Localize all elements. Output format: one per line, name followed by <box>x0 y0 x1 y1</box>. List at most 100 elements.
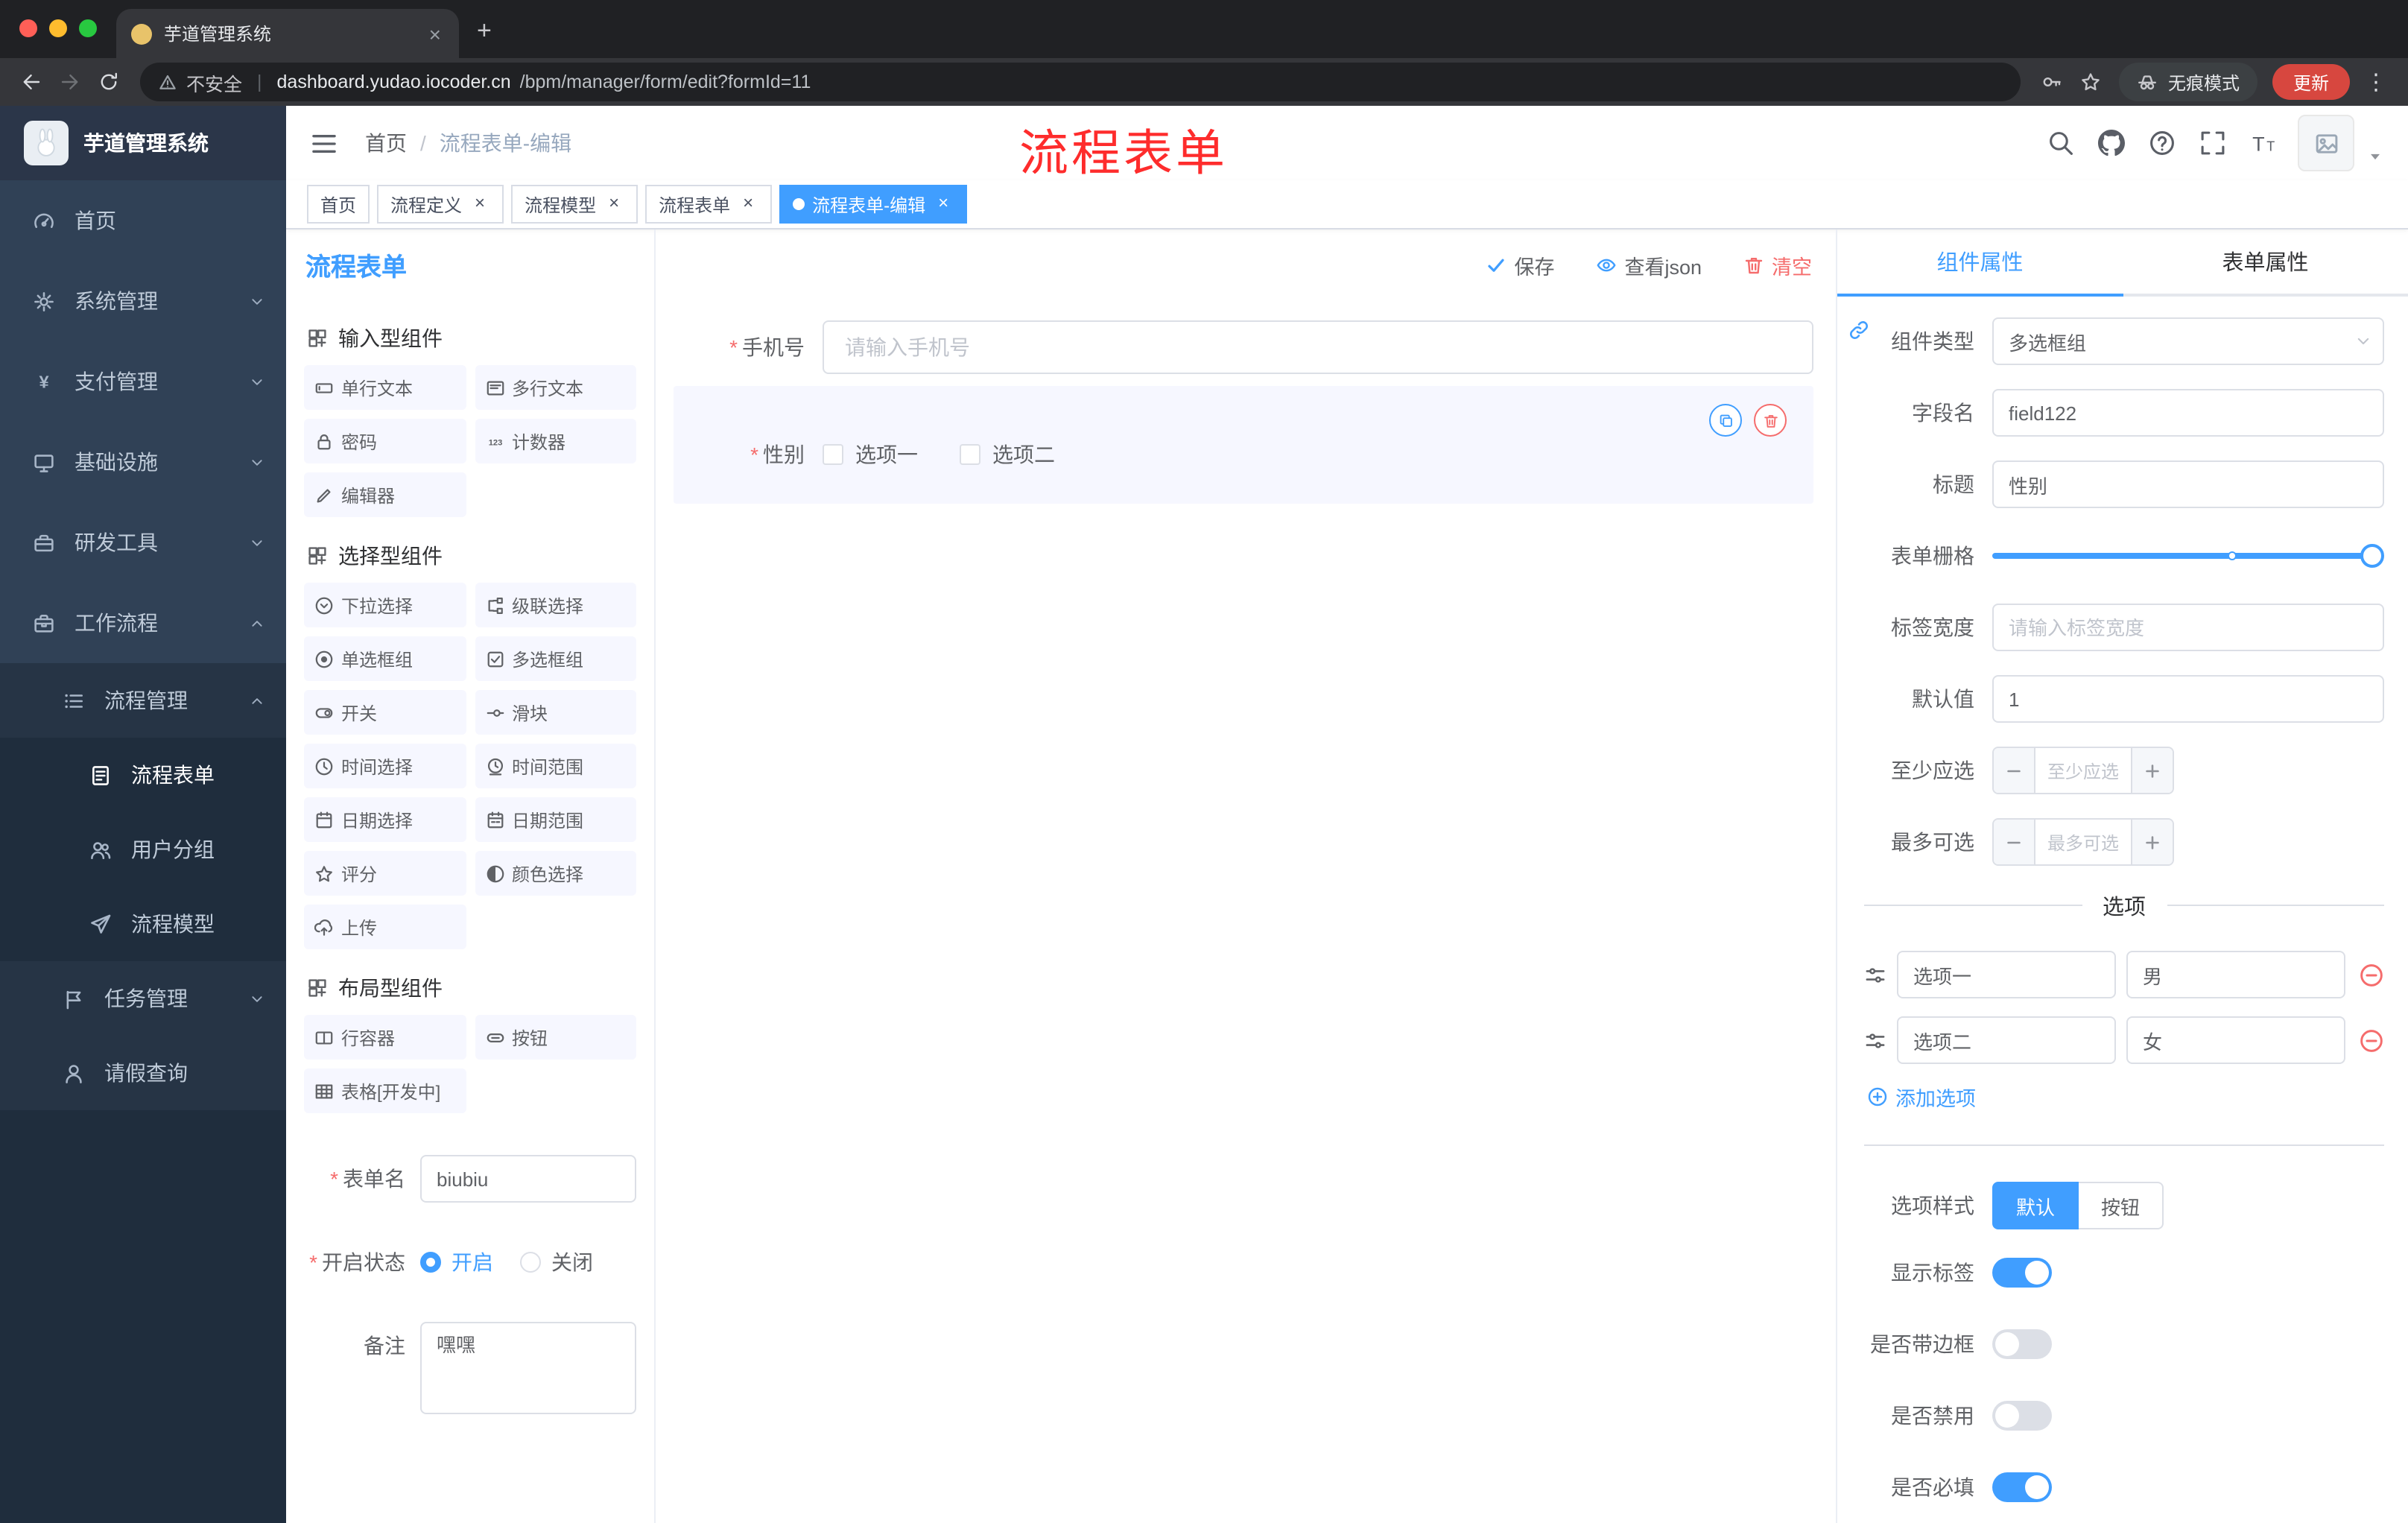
avatar-caret-down-icon[interactable] <box>2366 148 2384 165</box>
palette-item-1-1[interactable]: 级联选择 <box>475 583 636 627</box>
grid-slider[interactable] <box>1992 532 2384 580</box>
palette-item-1-7[interactable]: 时间范围 <box>475 744 636 788</box>
option2-value-input[interactable] <box>2126 1016 2345 1064</box>
form-name-input[interactable] <box>420 1155 636 1203</box>
bookmark-star-icon[interactable] <box>2071 63 2110 101</box>
close-icon[interactable]: × <box>469 193 490 215</box>
palette-item-1-11[interactable]: 颜色选择 <box>475 851 636 896</box>
tag-3[interactable]: 流程表单 × <box>645 185 773 224</box>
back-icon[interactable] <box>12 63 51 101</box>
palette-item-2-0[interactable]: 行容器 <box>304 1015 466 1060</box>
browser-menu-icon[interactable]: ⋮ <box>2356 69 2396 95</box>
sidebar-item-9[interactable]: 流程模型 <box>0 887 286 961</box>
remove-option-icon[interactable] <box>2359 1028 2384 1053</box>
fullscreen-icon[interactable] <box>2196 127 2229 159</box>
remove-option-icon[interactable] <box>2359 962 2384 987</box>
zoom-window-button[interactable] <box>79 19 97 37</box>
sidebar-item-5[interactable]: 工作流程 <box>0 583 286 663</box>
clear-button[interactable]: 清空 <box>1743 250 1812 279</box>
palette-item-0-0[interactable]: 单行文本 <box>304 365 466 410</box>
tag-1[interactable]: 流程定义 × <box>377 185 504 224</box>
breadcrumb-home[interactable]: 首页 <box>365 128 407 158</box>
status-on-radio[interactable]: 开启 <box>420 1238 493 1286</box>
sidebar-item-0[interactable]: 首页 <box>0 180 286 261</box>
sidebar-item-1[interactable]: 系统管理 <box>0 261 286 341</box>
sidebar-item-10[interactable]: 任务管理 <box>0 961 286 1036</box>
sidebar-item-6[interactable]: 流程管理 <box>0 663 286 738</box>
address-bar[interactable]: 不安全 | dashboard.yudao.iocoder.cn /bpm/ma… <box>140 63 2021 101</box>
browser-tab[interactable]: 芋道管理系统 × <box>116 9 459 58</box>
tab-form-props[interactable]: 表单属性 <box>2123 229 2408 294</box>
style-button-button[interactable]: 按钮 <box>2079 1182 2164 1229</box>
sidebar-item-3[interactable]: 基础设施 <box>0 422 286 502</box>
delete-component-button[interactable] <box>1754 404 1787 437</box>
phone-input[interactable] <box>823 320 1813 374</box>
add-option-button[interactable]: 添加选项 <box>1867 1082 2384 1112</box>
palette-item-1-8[interactable]: 日期选择 <box>304 797 466 842</box>
label-width-input[interactable] <box>1992 604 2384 651</box>
drag-handle-icon[interactable] <box>1864 1029 1886 1051</box>
palette-item-1-6[interactable]: 时间选择 <box>304 744 466 788</box>
palette-item-2-2[interactable]: 表格[开发中] <box>304 1068 466 1113</box>
close-icon[interactable]: × <box>933 193 954 215</box>
border-toggle[interactable] <box>1992 1329 2052 1359</box>
save-button[interactable]: 保存 <box>1486 250 1554 279</box>
required-toggle[interactable] <box>1992 1472 2052 1502</box>
component-type-select[interactable] <box>1992 317 2384 365</box>
plus-icon[interactable] <box>2131 748 2173 793</box>
browser-update-button[interactable]: 更新 <box>2272 64 2350 100</box>
palette-item-1-10[interactable]: 评分 <box>304 851 466 896</box>
gender-option1-checkbox[interactable]: 选项一 <box>823 440 918 469</box>
max-select-value[interactable]: 最多可选 <box>2035 820 2131 864</box>
disabled-toggle[interactable] <box>1992 1401 2052 1431</box>
palette-item-1-0[interactable]: 下拉选择 <box>304 583 466 627</box>
option1-value-input[interactable] <box>2126 951 2345 998</box>
palette-item-0-2[interactable]: 密码 <box>304 419 466 463</box>
view-json-button[interactable]: 查看json <box>1596 250 1702 279</box>
title-input[interactable] <box>1992 460 2384 508</box>
form-remark-textarea[interactable]: 嘿嘿 <box>420 1322 636 1414</box>
style-default-button[interactable]: 默认 <box>1992 1182 2079 1229</box>
close-icon[interactable]: × <box>603 193 624 215</box>
palette-item-1-4[interactable]: 开关 <box>304 690 466 735</box>
palette-item-0-1[interactable]: 多行文本 <box>475 365 636 410</box>
default-value-input[interactable] <box>1992 675 2384 723</box>
minus-icon[interactable] <box>1994 748 2035 793</box>
tag-2[interactable]: 流程模型 × <box>511 185 639 224</box>
close-window-button[interactable] <box>19 19 37 37</box>
link-icon[interactable] <box>1848 319 1870 341</box>
close-icon[interactable]: × <box>738 193 758 215</box>
gender-field-selected[interactable]: * 性别 选项一 选项二 <box>674 386 1813 504</box>
field-name-input[interactable] <box>1992 389 2384 437</box>
forward-icon[interactable] <box>51 63 89 101</box>
tag-0[interactable]: 首页 <box>307 185 370 224</box>
sidebar-item-7[interactable]: 流程表单 <box>0 738 286 812</box>
sidebar-collapse-icon[interactable] <box>310 129 338 157</box>
slider-track[interactable] <box>1992 544 2384 568</box>
sidebar-item-11[interactable]: 请假查询 <box>0 1036 286 1110</box>
palette-item-0-4[interactable]: 编辑器 <box>304 472 466 517</box>
sidebar-item-8[interactable]: 用户分组 <box>0 812 286 887</box>
help-icon[interactable] <box>2146 127 2179 159</box>
font-size-icon[interactable]: TT <box>2247 127 2280 159</box>
copy-component-button[interactable] <box>1709 404 1742 437</box>
tab-component-props[interactable]: 组件属性 <box>1837 229 2123 297</box>
palette-item-0-3[interactable]: 123 计数器 <box>475 419 636 463</box>
search-icon[interactable] <box>2044 127 2077 159</box>
tag-4[interactable]: 流程表单-编辑 × <box>779 185 968 224</box>
palette-item-1-5[interactable]: 滑块 <box>475 690 636 735</box>
minimize-window-button[interactable] <box>49 19 67 37</box>
palette-item-1-3[interactable]: 多选框组 <box>475 636 636 681</box>
palette-item-1-9[interactable]: 日期范围 <box>475 797 636 842</box>
option2-label-input[interactable] <box>1897 1016 2116 1064</box>
minus-icon[interactable] <box>1994 820 2035 864</box>
tab-close-icon[interactable]: × <box>426 23 444 44</box>
palette-item-1-2[interactable]: 单选框组 <box>304 636 466 681</box>
github-icon[interactable] <box>2095 127 2128 159</box>
password-key-icon[interactable] <box>2032 63 2071 101</box>
status-off-radio[interactable]: 关闭 <box>520 1238 593 1286</box>
sidebar-item-2[interactable]: ¥ 支付管理 <box>0 341 286 422</box>
drag-handle-icon[interactable] <box>1864 963 1886 986</box>
slider-handle[interactable] <box>2360 544 2384 568</box>
reload-icon[interactable] <box>89 63 128 101</box>
